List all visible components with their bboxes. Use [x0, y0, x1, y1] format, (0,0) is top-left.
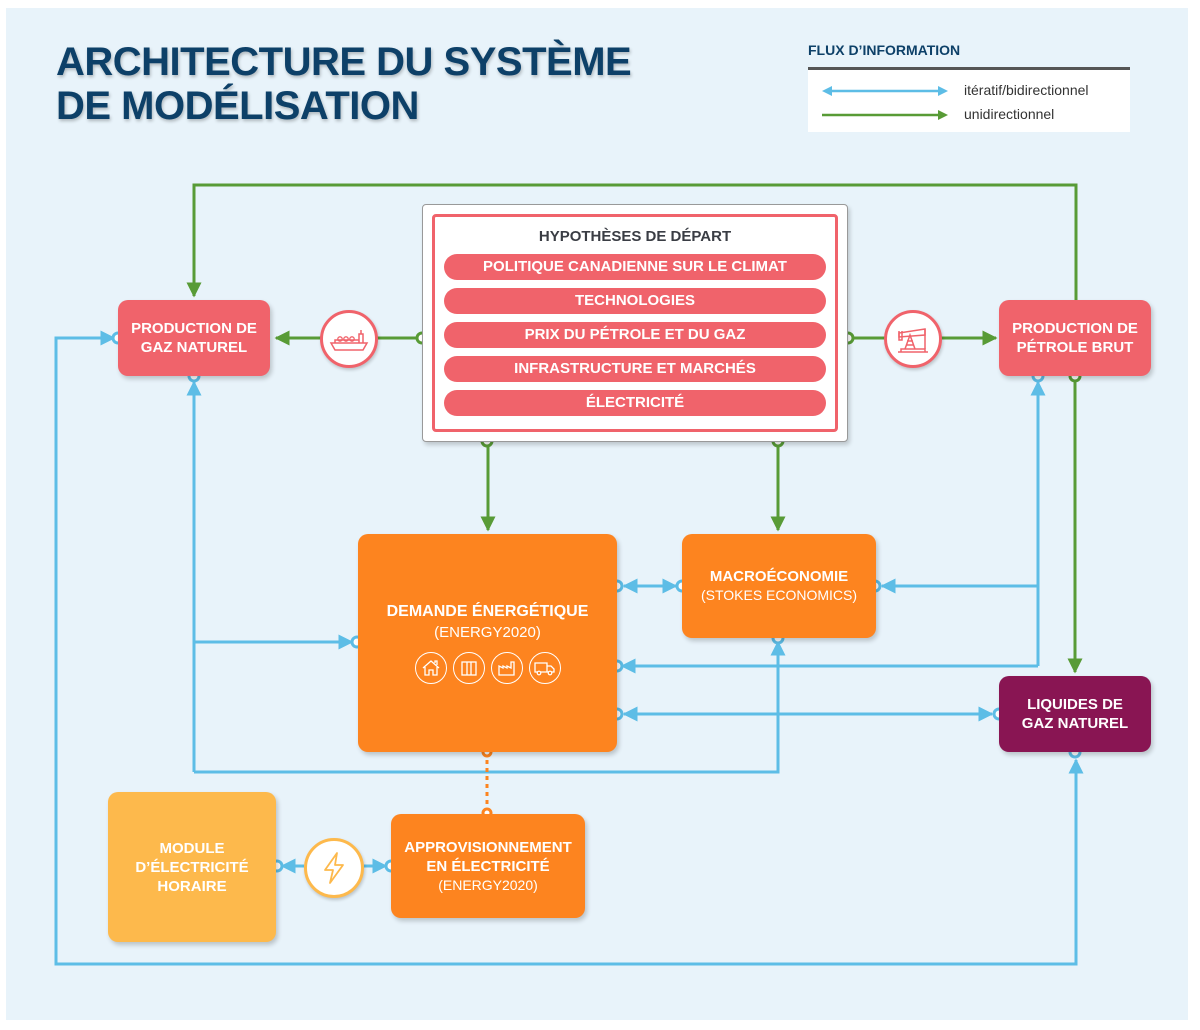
house-icon — [414, 652, 447, 684]
lng-tanker-icon — [320, 310, 378, 368]
assumption-climate-policy: POLITIQUE CANADIENNE SUR LE CLIMAT — [444, 254, 826, 280]
node-gas-production: PRODUCTION DE GAZ NATUREL — [118, 300, 270, 376]
node-energy-demand: DEMANDE ÉNERGÉTIQUE (ENERGY2020) — [358, 534, 617, 752]
flow-oil-to-macro — [880, 386, 1040, 594]
sector-icons — [414, 652, 561, 684]
node-oil-production-line2: PÉTROLE BRUT — [1016, 339, 1134, 356]
node-electricity-supply-sub: (ENERGY2020) — [438, 876, 538, 893]
factory-icon — [490, 652, 523, 684]
node-macroeconomy: MACROÉCONOMIE (STOKES ECONOMICS) — [682, 534, 876, 638]
node-oil-production-line1: PRODUCTION DE — [1012, 320, 1138, 337]
truck-icon — [528, 652, 561, 684]
assumption-electricity: ÉLECTRICITÉ — [444, 390, 826, 416]
node-electricity-supply-line2: EN ÉLECTRICITÉ — [426, 857, 550, 875]
node-ngl-line2: GAZ NATUREL — [1021, 715, 1129, 732]
lightning-bolt-icon — [304, 838, 364, 898]
building-icon — [452, 652, 485, 684]
starting-assumptions-title: HYPOTHÈSES DE DÉPART — [538, 228, 732, 245]
node-gas-production-line1: PRODUCTION DE — [131, 320, 257, 337]
node-electricity-supply-line1: APPROVISIONNEMENT — [404, 838, 572, 856]
node-gas-production-line2: GAZ NATUREL — [140, 339, 248, 356]
starting-assumptions-panel: HYPOTHÈSES DE DÉPART POLITIQUE CANADIENN… — [422, 204, 848, 442]
node-natural-gas-liquids: LIQUIDES DE GAZ NATUREL — [999, 676, 1151, 752]
node-energy-demand-sub: (ENERGY2020) — [434, 624, 541, 641]
node-hourly-line1: MODULE — [159, 839, 225, 857]
assumption-oil-gas-prices: PRIX DU PÉTROLE ET DU GAZ — [444, 322, 826, 348]
node-oil-production: PRODUCTION DE PÉTROLE BRUT — [999, 300, 1151, 376]
node-electricity-supply: APPROVISIONNEMENT EN ÉLECTRICITÉ (ENERGY… — [391, 814, 585, 918]
starting-assumptions-frame: HYPOTHÈSES DE DÉPART POLITIQUE CANADIENN… — [432, 214, 838, 432]
node-hourly-line2: D’ÉLECTRICITÉ — [135, 858, 249, 876]
node-hourly-line3: HORAIRE — [157, 877, 227, 895]
node-macroeconomy-title: MACROÉCONOMIE — [709, 568, 849, 585]
node-macroeconomy-sub: (STOKES ECONOMICS) — [700, 587, 858, 603]
node-hourly-electricity-module: MODULE D’ÉLECTRICITÉ HORAIRE — [108, 792, 276, 942]
assumption-technologies: TECHNOLOGIES — [444, 288, 826, 314]
node-ngl-line1: LIQUIDES DE — [1027, 696, 1123, 713]
node-energy-demand-title: DEMANDE ÉNERGÉTIQUE — [386, 603, 589, 620]
oil-pumpjack-icon — [884, 310, 942, 368]
assumption-infrastructure-markets: INFRASTRUCTURE ET MARCHÉS — [444, 356, 826, 382]
